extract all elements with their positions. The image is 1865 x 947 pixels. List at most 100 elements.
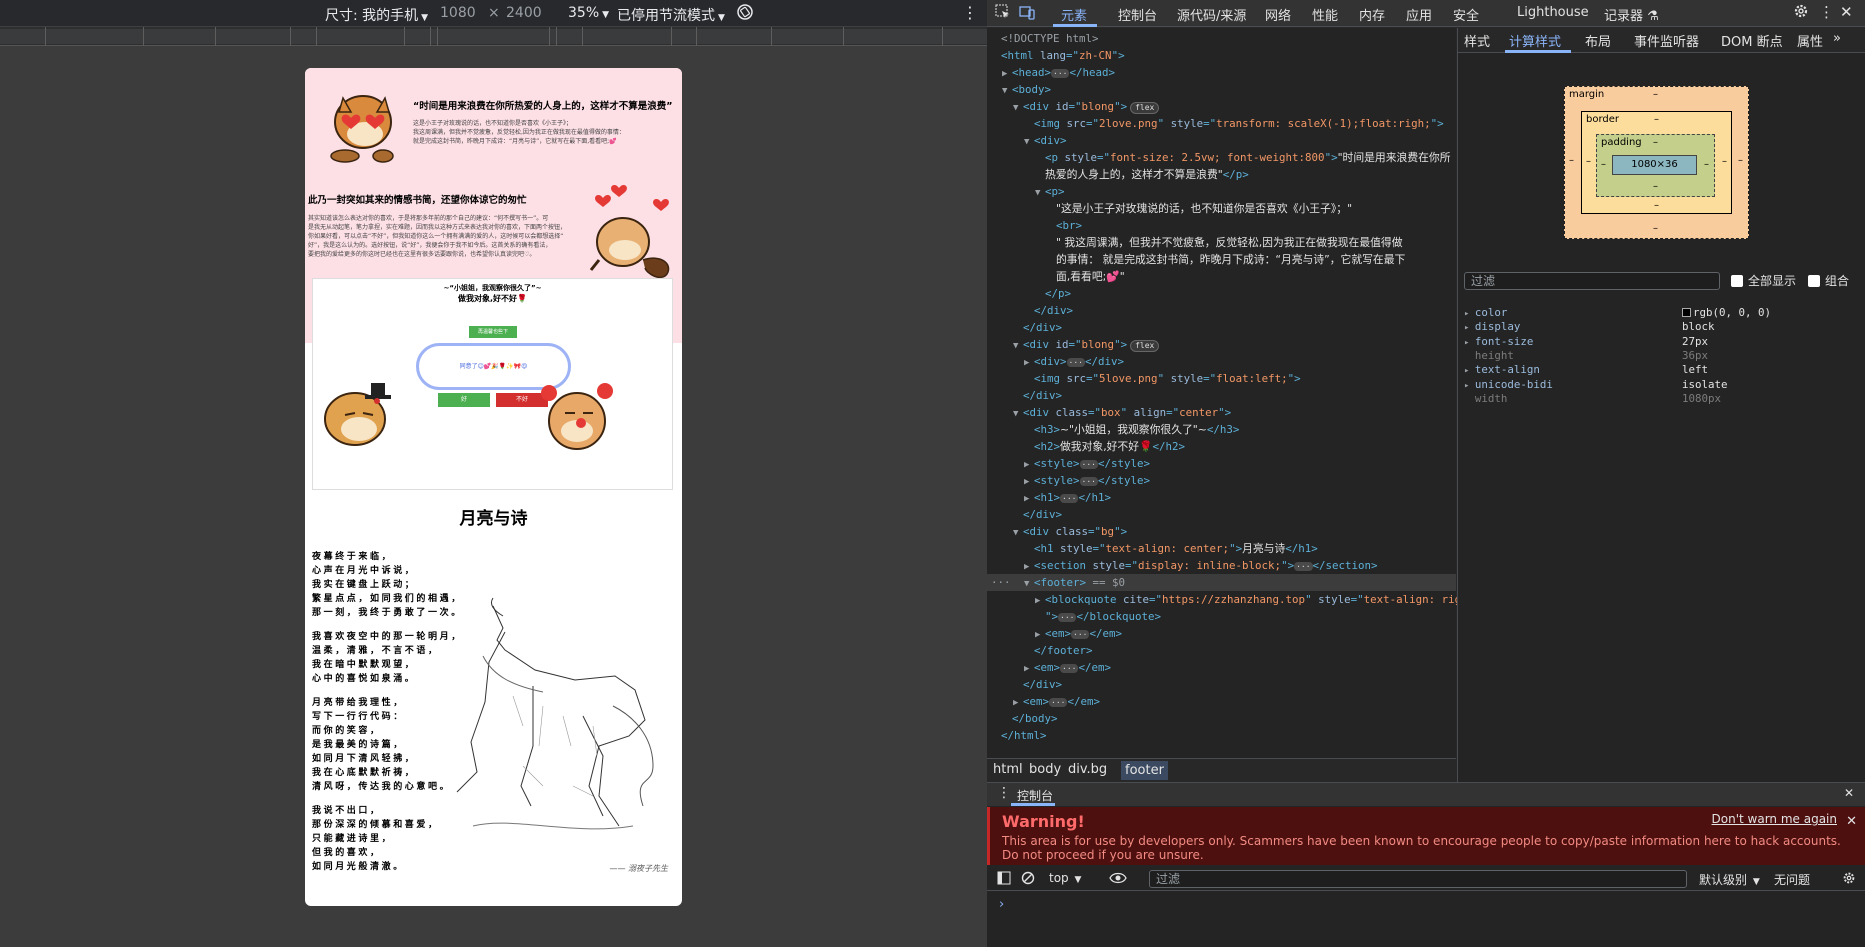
dom-node-row[interactable]: <br> — [987, 217, 1456, 234]
dom-node-row[interactable]: ▼ <div id="blong"> flex — [987, 98, 1456, 115]
dom-node-row[interactable]: <h1 style="text-align: center;">月亮与诗</h1… — [987, 540, 1456, 557]
tab-application[interactable]: 应用 — [1406, 5, 1432, 24]
device-select[interactable]: 尺寸: 我的手机 ▼ — [325, 5, 428, 25]
dom-node-row[interactable]: " 我这周课满，但我并不觉疲惫，反觉轻松,因为我正在做我现在最值得做 — [987, 234, 1456, 251]
device-toolbar-toggle-icon[interactable] — [1019, 4, 1035, 24]
accept-note-button[interactable]: 再温馨也些下 — [469, 326, 517, 338]
drawer-menu-icon[interactable]: ⋮ — [997, 785, 1011, 801]
group-checkbox[interactable] — [1808, 275, 1820, 287]
dom-node-row[interactable]: ▶ <em> ··· </em> — [987, 625, 1456, 642]
dom-node-row[interactable]: <h2>做我对象,好不好🌹</h2> — [987, 438, 1456, 455]
dom-node-row[interactable]: ▼ <div id="blong"> flex — [987, 336, 1456, 353]
inspect-element-icon[interactable] — [995, 4, 1011, 24]
close-drawer-icon[interactable]: ✕ — [1844, 786, 1854, 800]
tab-network[interactable]: 网络 — [1265, 5, 1291, 24]
ok-button[interactable]: 好 — [438, 393, 490, 407]
tab-performance[interactable]: 性能 — [1312, 5, 1338, 24]
live-expression-eye-icon[interactable] — [1109, 871, 1127, 888]
tab-console[interactable]: 控制台 — [1118, 5, 1157, 24]
tab-event-listeners[interactable]: 事件监听器 — [1634, 31, 1699, 50]
dom-node-row[interactable]: ▼ <p> — [987, 183, 1456, 200]
dom-node-row-selected[interactable]: ▼ <footer> == $0 ··· — [987, 574, 1456, 591]
throttle-select[interactable]: 已停用节流模式 ▼ — [617, 5, 725, 25]
expand-triangle-icon[interactable]: ▸ — [1464, 381, 1475, 391]
show-all-checkbox[interactable] — [1731, 275, 1743, 287]
computed-property-row[interactable]: width 1080px — [1464, 392, 1864, 409]
dom-node-row[interactable]: ▼ <div class="box" align="center"> — [987, 404, 1456, 421]
dom-node-row[interactable]: <h3>~"小姐姐，我观察你很久了"~</h3> — [987, 421, 1456, 438]
breadcrumb-body[interactable]: body — [1029, 762, 1061, 777]
dom-node-row[interactable]: <img src="2love.png" style="transform: s… — [987, 115, 1456, 132]
dom-node-row[interactable]: ▶ <head> ··· </head> — [987, 64, 1456, 81]
dom-node-row[interactable]: 的事情： 就是完成这封书简，昨晚月下成诗：“月亮与诗”，它就写在最下 — [987, 251, 1456, 268]
dom-node-row[interactable]: 热爱的人身上的，这样才不算是浪费"</p> — [987, 166, 1456, 183]
tab-security[interactable]: 安全 — [1453, 5, 1479, 24]
tab-lighthouse[interactable]: Lighthouse — [1517, 5, 1589, 20]
expand-triangle-icon[interactable]: ▸ — [1464, 366, 1475, 376]
close-devtools-icon[interactable]: ✕ — [1840, 3, 1853, 21]
context-select[interactable]: top ▼ — [1049, 871, 1081, 885]
dom-node-row[interactable]: ▼ <body> — [987, 81, 1456, 98]
dom-node-row[interactable]: <html lang="zh-CN"> — [987, 47, 1456, 64]
dont-warn-link[interactable]: Don't warn me again — [1712, 812, 1837, 826]
content-box[interactable]: 1080×36 — [1612, 155, 1697, 175]
dom-node-row[interactable]: ▶ <style> ··· </style> — [987, 472, 1456, 489]
row-actions-icon[interactable]: ··· — [991, 574, 1011, 591]
breadcrumb-html[interactable]: html — [993, 762, 1023, 777]
dom-node-row[interactable]: ▶ <blockquote cite="https://zzhanzhang.to… — [987, 591, 1481, 608]
issues-indicator[interactable]: 无问题 — [1774, 871, 1810, 888]
width-input[interactable]: 1080 — [440, 5, 476, 21]
dom-node-row[interactable]: <img src="5love.png" style="float:left;"… — [987, 370, 1456, 387]
console-prompt-icon[interactable]: › — [999, 897, 1004, 912]
tab-elements[interactable]: 元素 — [1061, 5, 1087, 24]
dom-node-row[interactable]: </html> — [987, 727, 1456, 744]
dom-node-row[interactable]: <p style="font-size: 2.5vw; font-weight:… — [987, 149, 1456, 166]
dom-node-row[interactable]: ▶ <div> ··· </div> — [987, 353, 1456, 370]
dom-node-row[interactable]: </p> — [987, 285, 1456, 302]
dom-node-row[interactable]: ▼ <div> — [987, 132, 1456, 149]
zoom-select[interactable]: 35% ▼ — [568, 5, 609, 21]
dom-node-row[interactable]: ▼ <div class="bg"> — [987, 523, 1456, 540]
sidebar-toggle-icon[interactable] — [997, 871, 1011, 888]
expand-triangle-icon[interactable]: ▸ — [1464, 338, 1475, 348]
dom-node-row[interactable]: </div> — [987, 676, 1456, 693]
clear-console-icon[interactable] — [1021, 871, 1035, 888]
computed-filter-input[interactable]: 过滤 — [1464, 272, 1720, 290]
devtools-menu-icon[interactable]: ⋮ — [1819, 3, 1834, 21]
tab-sources[interactable]: 源代码/来源 — [1177, 5, 1246, 24]
dom-node-row[interactable]: </footer> — [987, 642, 1456, 659]
console-settings-gear-icon[interactable] — [1842, 871, 1856, 888]
breadcrumb-div-bg[interactable]: div.bg — [1068, 762, 1107, 777]
tab-properties[interactable]: 属性 — [1797, 31, 1823, 50]
settings-gear-icon[interactable] — [1793, 3, 1809, 23]
tab-computed[interactable]: 计算样式 — [1509, 31, 1561, 50]
drawer-tab-console[interactable]: 控制台 — [1017, 787, 1053, 804]
dom-node-row[interactable]: </div> — [987, 319, 1456, 336]
log-level-select[interactable]: 默认级别 ▼ — [1699, 871, 1760, 888]
dom-node-row[interactable]: ▶ <em> ··· </em> — [987, 659, 1456, 676]
tab-memory[interactable]: 内存 — [1359, 5, 1385, 24]
dom-node-row[interactable]: 面,看看吧;💕" — [987, 268, 1456, 285]
close-warning-icon[interactable]: ✕ — [1846, 814, 1857, 829]
tab-dom-breakpoints[interactable]: DOM 断点 — [1721, 31, 1783, 50]
expand-triangle-icon[interactable]: ▸ — [1464, 323, 1475, 333]
dom-node-row[interactable]: ▶ <h1> ··· </h1> — [987, 489, 1456, 506]
rotate-icon[interactable] — [736, 3, 754, 25]
dom-node-row[interactable]: </div> — [987, 387, 1456, 404]
dom-node-row[interactable]: ▶ <section style="display: inline-block;"… — [987, 557, 1456, 574]
dom-node-row[interactable]: </div> — [987, 506, 1456, 523]
color-swatch-icon[interactable] — [1682, 308, 1691, 317]
tab-styles[interactable]: 样式 — [1464, 31, 1490, 50]
expand-triangle-icon[interactable]: ▸ — [1464, 309, 1475, 319]
more-options-icon[interactable]: ⋮ — [962, 3, 978, 22]
dom-node-row[interactable]: "> ··· </blockquote> — [987, 608, 1456, 625]
dom-node-row[interactable]: "这是小王子对玫瑰说的话，也不知道你是否喜欢《小王子》；" — [987, 200, 1456, 217]
tab-layout[interactable]: 布局 — [1585, 31, 1611, 50]
dom-node-row[interactable]: </body> — [987, 710, 1456, 727]
breadcrumb-footer[interactable]: footer — [1121, 761, 1168, 780]
dom-node-row[interactable]: ▶ <em> ··· </em> — [987, 693, 1456, 710]
console-filter-input[interactable]: 过滤 — [1149, 870, 1687, 888]
more-tabs-icon[interactable]: » — [1833, 31, 1841, 46]
tab-recorder[interactable]: 记录器 ⚗ — [1604, 5, 1659, 24]
height-input[interactable]: 2400 — [506, 5, 542, 21]
